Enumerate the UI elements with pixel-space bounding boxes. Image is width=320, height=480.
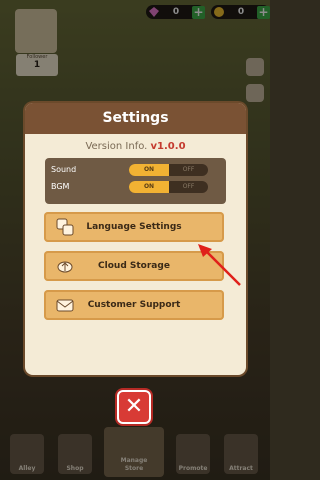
bgm-label: BGM bbox=[51, 182, 70, 191]
close-button[interactable]: ✕ bbox=[119, 392, 149, 422]
customer-support-label: Customer Support bbox=[87, 300, 181, 310]
customer-support-button[interactable]: Customer Support bbox=[44, 290, 224, 320]
language-settings-label: Language Settings bbox=[86, 222, 182, 232]
bgm-on[interactable]: ON bbox=[129, 180, 169, 193]
cloud-storage-label: Cloud Storage bbox=[98, 261, 170, 271]
sound-label: Sound bbox=[51, 165, 77, 174]
cloud-upload-icon bbox=[57, 261, 73, 273]
sound-on[interactable]: ON bbox=[129, 163, 169, 176]
sound-off[interactable]: OFF bbox=[169, 164, 208, 176]
bgm-off[interactable]: OFF bbox=[169, 181, 208, 193]
version-value: v1.0.0 bbox=[150, 141, 186, 152]
audio-settings-panel: Sound ON OFF BGM ON OFF bbox=[45, 158, 226, 204]
version-info: Version Info. v1.0.0 bbox=[25, 141, 246, 152]
sound-row: Sound ON OFF bbox=[51, 161, 220, 178]
language-icon bbox=[56, 218, 74, 236]
cloud-storage-button[interactable]: Cloud Storage bbox=[44, 251, 224, 281]
settings-dialog: Settings Version Info. v1.0.0 Sound ON O… bbox=[25, 103, 246, 375]
bgm-row: BGM ON OFF bbox=[51, 178, 220, 195]
dialog-title: Settings bbox=[25, 103, 246, 134]
bgm-toggle[interactable]: ON OFF bbox=[129, 180, 208, 193]
version-label: Version Info. bbox=[85, 141, 148, 152]
sound-toggle[interactable]: ON OFF bbox=[129, 163, 208, 176]
mail-icon bbox=[56, 299, 74, 312]
language-settings-button[interactable]: Language Settings bbox=[44, 212, 224, 242]
